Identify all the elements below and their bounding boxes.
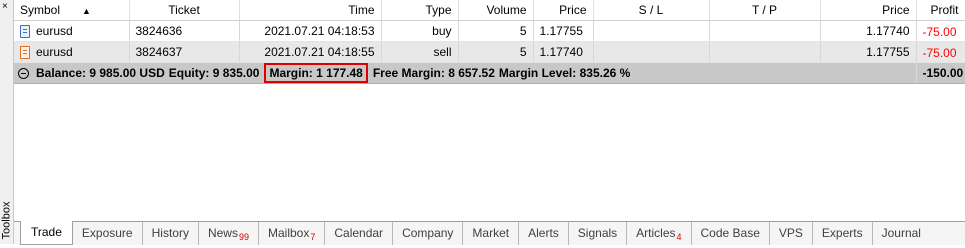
buy-order-icon [20, 25, 30, 38]
equity-text: Equity: 9 835.00 [169, 66, 260, 80]
tab-exposure[interactable]: Exposure [73, 222, 143, 245]
total-profit-text: -150.00 [916, 63, 965, 84]
time-cell: 2021.07.21 04:18:53 [239, 21, 381, 42]
price-current-cell: 1.17755 [820, 42, 916, 63]
col-header-ticket[interactable]: Ticket [129, 0, 239, 21]
tab-trade[interactable]: Trade [20, 221, 73, 245]
price-current-cell: 1.17740 [820, 21, 916, 42]
ticket-cell: 3824636 [129, 21, 239, 42]
articles-count-badge: 4 [677, 232, 682, 242]
sell-order-icon [20, 46, 30, 59]
symbol-cell: eurusd [36, 24, 73, 38]
tab-journal[interactable]: Journal [873, 222, 930, 245]
trade-panel: Symbol▲ Ticket Time Type Volume Price S … [14, 0, 965, 244]
account-summary-row: Balance: 9 985.00 USD Equity: 9 835.00 M… [14, 63, 965, 84]
sort-ascending-icon: ▲ [82, 6, 91, 16]
toolbox-strip: × Toolbox [0, 0, 14, 244]
tab-experts[interactable]: Experts [813, 222, 873, 245]
profit-cell: -75.00 [923, 46, 957, 60]
tab-history[interactable]: History [143, 222, 199, 245]
toolbox-close-icon[interactable]: × [2, 2, 8, 12]
price-open-cell: 1.17755 [533, 21, 593, 42]
toolbox-label: Toolbox [1, 201, 14, 241]
ticket-cell: 3824637 [129, 42, 239, 63]
terminal-tab-bar: Trade Exposure History News99 Mailbox7 C… [14, 221, 965, 245]
type-cell: buy [381, 21, 458, 42]
volume-cell: 5 [458, 42, 533, 63]
price-open-cell: 1.17740 [533, 42, 593, 63]
table-row[interactable]: eurusd 3824636 2021.07.21 04:18:53 buy 5… [14, 21, 965, 42]
sl-cell[interactable] [593, 42, 709, 63]
margin-text: Margin: 1 177.48 [264, 63, 367, 83]
tab-code-base[interactable]: Code Base [692, 222, 770, 245]
table-row[interactable]: eurusd 3824637 2021.07.21 04:18:55 sell … [14, 42, 965, 63]
col-header-symbol[interactable]: Symbol▲ [14, 0, 129, 21]
sl-cell[interactable] [593, 21, 709, 42]
free-margin-text: Free Margin: 8 657.52 [373, 66, 495, 80]
trade-table: Symbol▲ Ticket Time Type Volume Price S … [14, 0, 965, 84]
col-header-profit[interactable]: Profit [916, 0, 965, 21]
symbol-cell: eurusd [36, 45, 73, 59]
tab-market[interactable]: Market [463, 222, 519, 245]
col-header-sl[interactable]: S / L [593, 0, 709, 21]
col-header-type[interactable]: Type [381, 0, 458, 21]
volume-cell: 5 [458, 21, 533, 42]
col-header-volume[interactable]: Volume [458, 0, 533, 21]
table-header-row: Symbol▲ Ticket Time Type Volume Price S … [14, 0, 965, 21]
tp-cell[interactable] [709, 21, 820, 42]
profit-cell: -75.00 [923, 25, 957, 39]
tab-vps[interactable]: VPS [770, 222, 813, 245]
tab-alerts[interactable]: Alerts [519, 222, 569, 245]
tab-calendar[interactable]: Calendar [325, 222, 393, 245]
balance-text: Balance: 9 985.00 USD [36, 66, 165, 80]
tab-signals[interactable]: Signals [569, 222, 627, 245]
tab-articles[interactable]: Articles4 [627, 222, 691, 245]
news-count-badge: 99 [239, 232, 249, 242]
tab-news[interactable]: News99 [199, 222, 259, 245]
tab-mailbox[interactable]: Mailbox7 [259, 222, 325, 245]
tp-cell[interactable] [709, 42, 820, 63]
col-header-tp[interactable]: T / P [709, 0, 820, 21]
tab-company[interactable]: Company [393, 222, 463, 245]
col-header-price-current[interactable]: Price [820, 0, 916, 21]
col-header-time[interactable]: Time [239, 0, 381, 21]
type-cell: sell [381, 42, 458, 63]
mailbox-count-badge: 7 [310, 232, 315, 242]
col-header-price-open[interactable]: Price [533, 0, 593, 21]
margin-level-text: Margin Level: 835.26 % [499, 66, 630, 80]
time-cell: 2021.07.21 04:18:55 [239, 42, 381, 63]
collapse-icon[interactable] [18, 68, 29, 79]
